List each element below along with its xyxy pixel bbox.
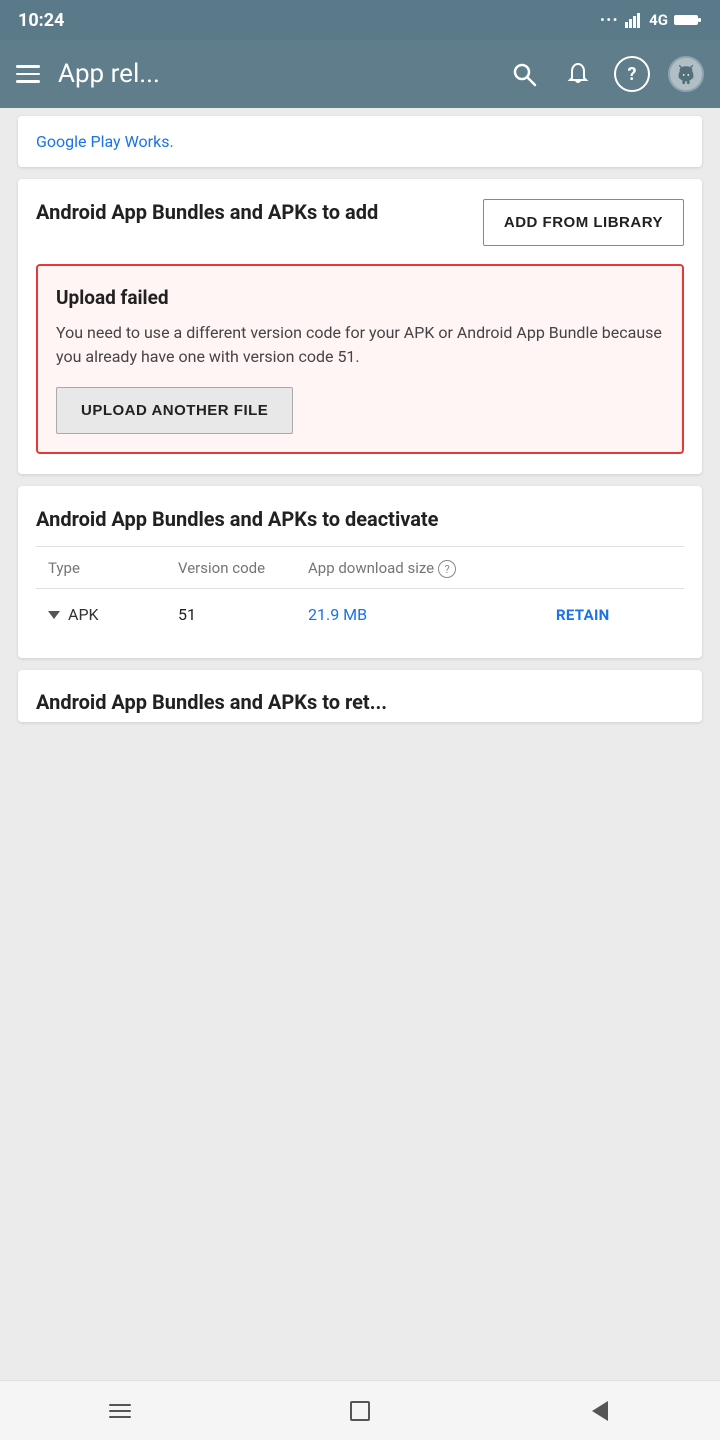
col-type-cell[interactable]: APK xyxy=(48,605,178,624)
hamburger-menu-icon[interactable] xyxy=(16,65,40,83)
bottom-home-button[interactable] xyxy=(340,1391,380,1431)
error-box: Upload failed You need to use a differen… xyxy=(36,264,684,454)
help-icon: ? xyxy=(628,64,637,85)
download-size-help-icon[interactable]: ? xyxy=(438,560,456,578)
add-from-library-button[interactable]: ADD FROM LIBRARY xyxy=(483,199,684,246)
col-version-header: Version code xyxy=(178,559,308,578)
error-title: Upload failed xyxy=(56,286,664,309)
bottom-nav xyxy=(0,1380,720,1440)
status-time: 10:24 xyxy=(18,10,64,31)
signal-dots-icon: ••• xyxy=(600,13,619,27)
menu-icon xyxy=(109,1404,131,1418)
avatar-button[interactable] xyxy=(668,56,704,92)
avatar-icon xyxy=(675,63,697,85)
partial-top-card: Google Play Works. xyxy=(18,116,702,167)
chevron-down-icon[interactable] xyxy=(48,611,60,619)
col-download-size-cell[interactable]: 21.9 MB xyxy=(308,605,556,624)
bottom-partial-card: Android App Bundles and APKs to ret... xyxy=(18,670,702,722)
network-type-label: 4G xyxy=(649,11,668,29)
signal-bars-icon xyxy=(625,12,643,28)
add-library-section: Android App Bundles and APKs to add ADD … xyxy=(36,199,684,246)
col-type-header: Type xyxy=(48,559,178,578)
back-icon xyxy=(592,1401,608,1421)
notifications-button[interactable] xyxy=(560,56,596,92)
add-from-library-card: Android App Bundles and APKs to add ADD … xyxy=(18,179,702,474)
col-version-cell: 51 xyxy=(178,605,308,624)
nav-title: App rel... xyxy=(58,59,488,89)
bottom-menu-button[interactable] xyxy=(100,1391,140,1431)
bottom-back-button[interactable] xyxy=(580,1391,620,1431)
add-library-label: Android App Bundles and APKs to add xyxy=(36,199,467,225)
col-action-header xyxy=(556,559,676,578)
google-play-works-link[interactable]: Google Play Works. xyxy=(36,132,174,151)
home-icon xyxy=(350,1401,370,1421)
search-button[interactable] xyxy=(506,56,542,92)
retain-button[interactable]: RETAIN xyxy=(556,606,676,624)
error-message: You need to use a different version code… xyxy=(56,321,664,369)
help-button[interactable]: ? xyxy=(614,56,650,92)
deactivate-title: Android App Bundles and APKs to deactiva… xyxy=(36,506,684,532)
apk-type-label: APK xyxy=(68,605,99,624)
nav-bar: App rel... ? xyxy=(0,40,720,108)
status-bar: 10:24 ••• 4G xyxy=(0,0,720,40)
main-content: Google Play Works. Android App Bundles a… xyxy=(0,108,720,1380)
status-icons: ••• 4G xyxy=(600,11,702,29)
table-row: APK 51 21.9 MB RETAIN xyxy=(36,589,684,638)
bottom-partial-title: Android App Bundles and APKs to ret... xyxy=(36,690,684,714)
table-header: Type Version code App download size ? xyxy=(36,547,684,588)
upload-another-file-button[interactable]: UPLOAD ANOTHER FILE xyxy=(56,387,293,434)
col-download-size-header: App download size ? xyxy=(308,559,556,578)
battery-icon xyxy=(674,13,702,27)
deactivate-card: Android App Bundles and APKs to deactiva… xyxy=(18,486,702,658)
